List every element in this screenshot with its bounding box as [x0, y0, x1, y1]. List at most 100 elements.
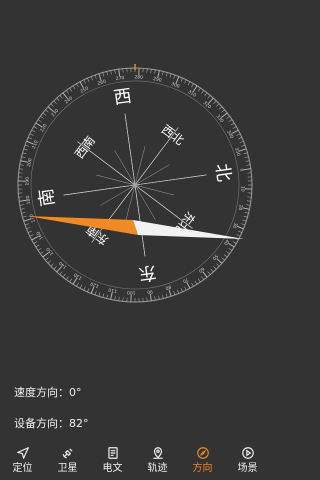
- dial-tick: [247, 196, 252, 198]
- dial-tick: [228, 242, 235, 248]
- degree-label: 180: [25, 195, 32, 204]
- dial-tick: [162, 71, 164, 76]
- dial-tick: [130, 68, 132, 73]
- dial-tick: [18, 192, 23, 194]
- dial-tick: [45, 257, 49, 261]
- dial-tick: [33, 241, 38, 244]
- degree-label: 340: [225, 129, 234, 140]
- dial-tick: [213, 266, 217, 270]
- dial-tick: [118, 69, 121, 77]
- satellite-icon: [62, 448, 72, 459]
- device-direction-row: 设备方向：82°: [14, 415, 89, 431]
- dial-tick: [62, 273, 66, 278]
- dial-tick: [134, 298, 136, 302]
- dial-tick: [83, 79, 86, 84]
- dial-tick: [47, 260, 52, 264]
- dial-tick: [197, 87, 201, 92]
- dial-tick: [20, 160, 28, 163]
- dial-tick: [247, 172, 252, 174]
- dial-tick: [106, 294, 108, 299]
- dial-tick: [208, 97, 214, 104]
- cardinal-label-northwest: 西北: [159, 122, 187, 148]
- dial-tick: [69, 87, 73, 92]
- dial-tick: [162, 294, 164, 299]
- tab-location[interactable]: 定位: [0, 442, 45, 480]
- dial-tick: [22, 215, 27, 218]
- device-direction-value: 82°: [69, 417, 89, 430]
- dial-tick: [142, 297, 144, 302]
- dial-tick: [226, 116, 230, 119]
- cardinal-label-east: 东: [137, 261, 158, 284]
- map-pin-icon: [152, 447, 163, 459]
- tab-direction-label: 方向: [192, 463, 213, 474]
- dial-tick: [154, 69, 156, 74]
- degree-label: 130: [73, 271, 84, 281]
- compass-icon: [196, 447, 209, 459]
- cardinal-label-north: 北: [211, 162, 234, 183]
- dial-tick: [19, 204, 24, 206]
- dial-tick: [50, 103, 54, 107]
- dial-tick: [18, 196, 23, 198]
- dial-tick: [19, 199, 27, 202]
- dial-tick: [173, 291, 176, 296]
- tab-message[interactable]: 电文: [90, 442, 135, 480]
- degree-label: 270: [115, 75, 124, 82]
- dial-tick: [239, 140, 244, 143]
- dial-tick: [50, 263, 54, 267]
- degree-label: 40: [222, 238, 230, 246]
- degree-label: 100: [127, 289, 136, 295]
- tab-scene[interactable]: 场景: [225, 442, 270, 480]
- dial-tick: [37, 119, 42, 123]
- dial-tick: [40, 116, 44, 119]
- dial-tick: [168, 289, 172, 297]
- dial-tick: [247, 184, 253, 186]
- degree-label: 120: [89, 280, 99, 289]
- dial-tick: [72, 85, 76, 90]
- degree-label: 0: [238, 168, 244, 172]
- dial-tick: [118, 296, 120, 301]
- dial-tick: [243, 168, 251, 171]
- degree-label: 150: [45, 246, 55, 257]
- dial-tick: [29, 234, 34, 237]
- dial-tick: [231, 129, 239, 134]
- degree-label: 250: [79, 85, 90, 94]
- tab-scene-label: 场景: [237, 463, 258, 474]
- dial-tick: [207, 271, 211, 275]
- degree-label: 90: [147, 288, 154, 295]
- dial-tick: [146, 297, 148, 302]
- bottom-tab-bar: 定位 卫星 电文 轨迹 方向 场景: [0, 442, 270, 480]
- dial-tick: [102, 72, 105, 77]
- play-icon: [241, 447, 254, 459]
- dial-tick: [66, 90, 69, 94]
- dial-tick: [243, 152, 248, 155]
- dial-tick: [244, 212, 249, 214]
- dial-tick: [194, 280, 198, 285]
- dial-tick: [157, 70, 160, 78]
- degree-label: 210: [31, 139, 40, 149]
- tab-track[interactable]: 轨迹: [135, 442, 180, 480]
- dial-tick: [79, 81, 84, 89]
- cardinal-label-south: 南: [36, 187, 59, 208]
- dial-tick: [66, 276, 69, 280]
- dial-tick: [246, 204, 251, 206]
- dial-tick: [213, 100, 217, 104]
- dial-tick: [150, 69, 152, 74]
- dial-tick: [90, 76, 93, 81]
- dial-tick: [53, 100, 57, 104]
- dial-rays: [63, 113, 207, 257]
- dial-tick: [98, 73, 102, 81]
- degree-label: 350: [233, 147, 241, 157]
- dial-tick: [146, 68, 148, 73]
- tab-satellite[interactable]: 卫星: [45, 442, 90, 480]
- dial-tick: [19, 164, 24, 166]
- dial-tick: [246, 164, 251, 166]
- dial-tick: [126, 68, 128, 73]
- degree-label: 310: [187, 89, 198, 99]
- tab-direction[interactable]: 方向: [180, 442, 225, 480]
- dial-tick: [236, 225, 244, 230]
- dial-tick: [158, 295, 160, 300]
- dial-tick: [202, 271, 208, 278]
- dial-tick: [243, 215, 248, 218]
- dial-tick: [228, 247, 233, 251]
- dial-tick: [35, 244, 40, 248]
